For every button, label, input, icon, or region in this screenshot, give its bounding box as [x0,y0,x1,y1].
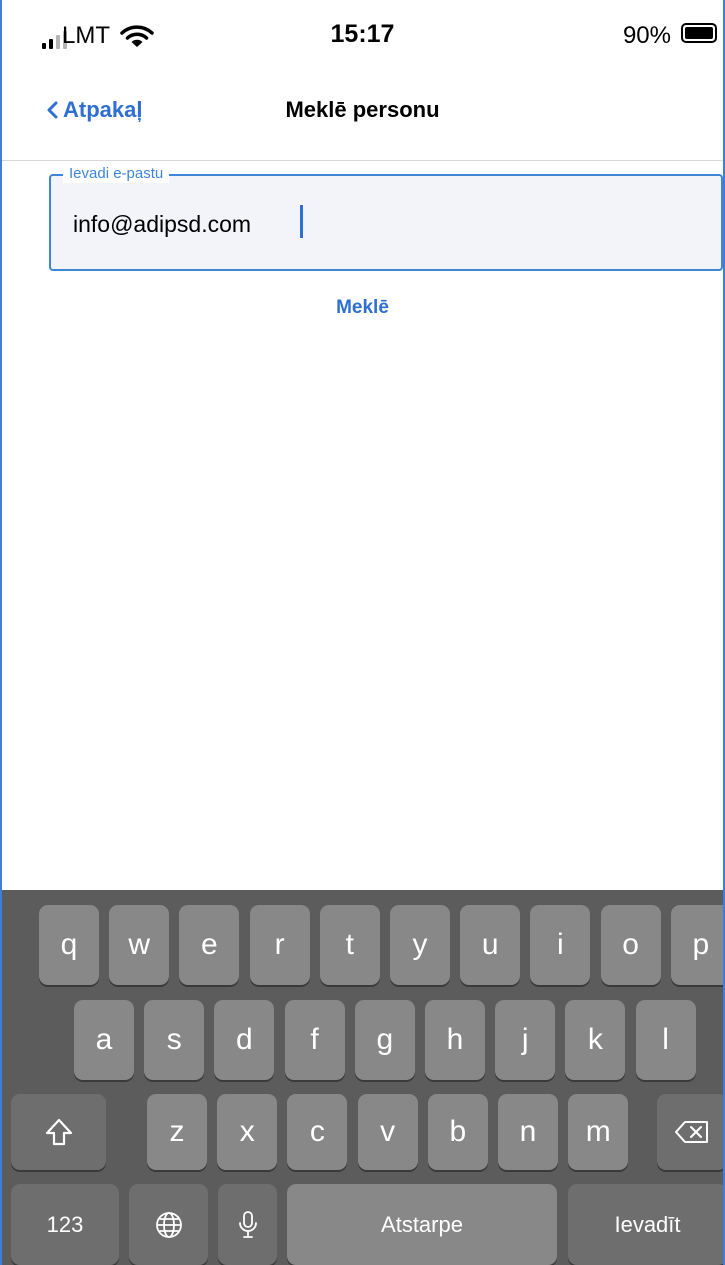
keyboard: qwertyuiop asdfghjkl zxcvbnm 123 Atstarp… [2,890,723,1265]
key-r[interactable]: r [249,905,310,985]
text-cursor [300,205,303,238]
status-bar: LMT 15:17 90% [2,0,723,62]
clock: 15:17 [330,20,395,48]
key-t[interactable]: t [319,905,380,985]
key-j[interactable]: j [495,1000,556,1080]
key-u[interactable]: u [460,905,521,985]
key-h[interactable]: h [425,1000,485,1080]
key-p[interactable]: p [670,905,723,985]
email-field-label: Ievadi e-pastu [63,165,170,183]
key-i[interactable]: i [530,905,591,985]
app-frame: LMT 15:17 90% Atpakaļ Meklē personu Ieva… [0,0,725,1265]
key-z[interactable]: z [147,1094,207,1170]
key-n[interactable]: n [498,1094,558,1170]
battery-icon [681,23,717,43]
microphone-icon [238,1210,257,1238]
globe-icon [155,1211,182,1238]
key-l[interactable]: l [635,1000,696,1080]
delete-key[interactable] [657,1094,723,1170]
email-input[interactable] [73,208,673,240]
globe-key[interactable] [129,1184,208,1265]
key-w[interactable]: w [109,905,170,985]
battery-percentage: 90% [622,22,671,49]
key-y[interactable]: y [390,905,450,985]
key-c[interactable]: c [287,1094,348,1170]
key-q[interactable]: q [39,905,99,985]
numbers-key[interactable]: 123 [11,1184,119,1265]
key-g[interactable]: g [354,1000,415,1080]
return-key[interactable]: Ievadīt [568,1184,723,1265]
navigation-bar: Atpakaļ Meklē personu [2,62,723,161]
key-d[interactable]: d [214,1000,275,1080]
key-f[interactable]: f [284,1000,345,1080]
key-a[interactable]: a [74,1000,134,1080]
key-s[interactable]: s [144,1000,205,1080]
email-field[interactable]: Ievadi e-pastu [49,165,723,271]
space-key[interactable]: Atstarpe [287,1184,557,1265]
backspace-icon [675,1121,708,1143]
key-v[interactable]: v [357,1094,418,1170]
key-b[interactable]: b [427,1094,488,1170]
key-k[interactable]: k [565,1000,626,1080]
dictation-key[interactable] [218,1184,277,1265]
shift-icon [45,1118,72,1146]
shift-key[interactable] [11,1094,106,1170]
key-x[interactable]: x [217,1094,278,1170]
search-button[interactable]: Meklē [2,297,723,319]
key-e[interactable]: e [179,905,240,985]
key-o[interactable]: o [600,905,661,985]
key-m[interactable]: m [568,1094,629,1170]
page-title: Meklē personu [285,97,440,122]
